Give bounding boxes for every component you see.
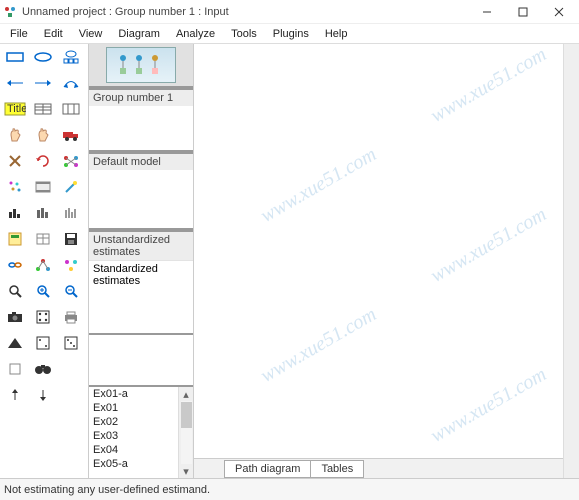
app-icon	[2, 4, 18, 20]
wand-icon[interactable]	[58, 176, 84, 198]
watermark: www.xue51.com	[257, 143, 381, 228]
menu-view[interactable]: View	[71, 26, 111, 42]
printer-icon[interactable]	[58, 306, 84, 328]
window-title: Unnamed project : Group number 1 : Input	[22, 6, 469, 18]
menu-plugins[interactable]: Plugins	[265, 26, 317, 42]
menu-tools[interactable]: Tools	[223, 26, 265, 42]
delete-x-icon[interactable]	[2, 150, 28, 172]
save-icon[interactable]	[58, 228, 84, 250]
arrow-right-icon[interactable]	[30, 72, 56, 94]
tree-icon[interactable]	[30, 254, 56, 276]
list-item[interactable]: Ex01-a	[89, 387, 178, 401]
statusbar: Not estimating any user-defined estimand…	[0, 478, 579, 500]
models-panel: Default model	[89, 152, 193, 230]
watermark: www.xue51.com	[427, 43, 551, 128]
arrow-down-icon[interactable]	[30, 384, 56, 406]
hand-icon[interactable]	[2, 124, 28, 146]
scroll-thumb[interactable]	[181, 402, 192, 428]
menubar: File Edit View Diagram Analyze Tools Plu…	[0, 24, 579, 44]
title-tool-icon[interactable]: Title	[2, 98, 28, 120]
binoculars-icon[interactable]	[30, 358, 56, 380]
arrow-left-icon[interactable]	[2, 72, 28, 94]
zoom-out-icon[interactable]	[58, 280, 84, 302]
rotate-icon[interactable]	[30, 150, 56, 172]
arrow-up-icon[interactable]	[2, 384, 28, 406]
dice-2-icon[interactable]	[58, 332, 84, 354]
list-item[interactable]: Ex01	[89, 401, 178, 415]
menu-help[interactable]: Help	[317, 26, 356, 42]
status-text: Not estimating any user-defined estimand…	[4, 484, 210, 496]
scatter-dots-icon[interactable]	[2, 176, 28, 198]
std-estimates-item[interactable]: Standardized estimates	[89, 260, 193, 289]
manager-column: Group number 1 Default model Unstandardi…	[88, 44, 194, 478]
dice-icon[interactable]	[30, 306, 56, 328]
histogram-icon[interactable]	[2, 332, 28, 354]
file-list-panel: Ex01-a Ex01 Ex02 Ex03 Ex04 Ex05-a ▴ ▾	[89, 387, 193, 478]
camera-icon[interactable]	[2, 306, 28, 328]
network-icon[interactable]	[58, 150, 84, 172]
menu-edit[interactable]: Edit	[36, 26, 71, 42]
unstd-estimates-item[interactable]: Unstandardized estimates	[89, 232, 193, 260]
covariance-arc-icon[interactable]	[58, 72, 84, 94]
scroll-up-icon[interactable]: ▴	[179, 387, 193, 401]
groups-panel: Group number 1	[89, 88, 193, 152]
truck-icon[interactable]	[58, 124, 84, 146]
canvas-tabs: Path diagram Tables	[194, 458, 563, 478]
tool-palette: Title	[0, 44, 88, 478]
group-label[interactable]: Group number 1	[89, 90, 193, 106]
titlebar: Unnamed project : Group number 1 : Input	[0, 0, 579, 24]
bars-thin-icon[interactable]	[58, 202, 84, 224]
diagram-canvas[interactable]: www.xue51.com www.xue51.com www.xue51.co…	[194, 44, 563, 478]
svg-text:Title: Title	[7, 103, 26, 115]
list-item[interactable]: Ex03	[89, 429, 178, 443]
chain-icon[interactable]	[2, 254, 28, 276]
menu-diagram[interactable]: Diagram	[110, 26, 168, 42]
watermark: www.xue51.com	[257, 303, 381, 388]
menu-analyze[interactable]: Analyze	[168, 26, 223, 42]
watermark: www.xue51.com	[427, 203, 551, 288]
zoom-in-icon[interactable]	[30, 280, 56, 302]
close-button[interactable]	[541, 1, 577, 23]
scroll-down-icon[interactable]: ▾	[179, 464, 193, 478]
nodes-icon[interactable]	[58, 254, 84, 276]
dice-1-icon[interactable]	[30, 332, 56, 354]
maximize-button[interactable]	[505, 1, 541, 23]
rectangle-tool-icon[interactable]	[2, 46, 28, 68]
model-label[interactable]: Default model	[89, 154, 193, 170]
bars-alt-icon[interactable]	[30, 202, 56, 224]
list-item[interactable]: Ex02	[89, 415, 178, 429]
tab-tables[interactable]: Tables	[310, 460, 364, 478]
misc-icon[interactable]	[2, 358, 28, 380]
bars-icon[interactable]	[2, 202, 28, 224]
menu-file[interactable]: File	[2, 26, 36, 42]
ellipse-tool-icon[interactable]	[30, 46, 56, 68]
table-icon[interactable]	[30, 228, 56, 250]
estimates-panel: Unstandardized estimates Standardized es…	[89, 230, 193, 335]
blank-panel	[89, 335, 193, 387]
calculate-icon[interactable]	[2, 228, 28, 250]
thumbnail-strip	[89, 44, 193, 88]
canvas-scrollbar[interactable]	[563, 44, 579, 478]
latent-var-icon[interactable]	[58, 46, 84, 68]
list-item[interactable]: Ex04	[89, 443, 178, 457]
list-item[interactable]: Ex05-a	[89, 457, 178, 471]
spreadsheet-icon[interactable]	[30, 98, 56, 120]
grid-tool-icon[interactable]	[58, 98, 84, 120]
minimize-button[interactable]	[469, 1, 505, 23]
watermark: www.xue51.com	[427, 363, 551, 448]
diagram-thumbnail[interactable]	[106, 47, 176, 83]
hand-move-icon[interactable]	[30, 124, 56, 146]
tab-path-diagram[interactable]: Path diagram	[224, 460, 311, 478]
magnifier-icon[interactable]	[2, 280, 28, 302]
file-list-scrollbar[interactable]: ▴ ▾	[178, 387, 193, 478]
film-strip-icon[interactable]	[30, 176, 56, 198]
